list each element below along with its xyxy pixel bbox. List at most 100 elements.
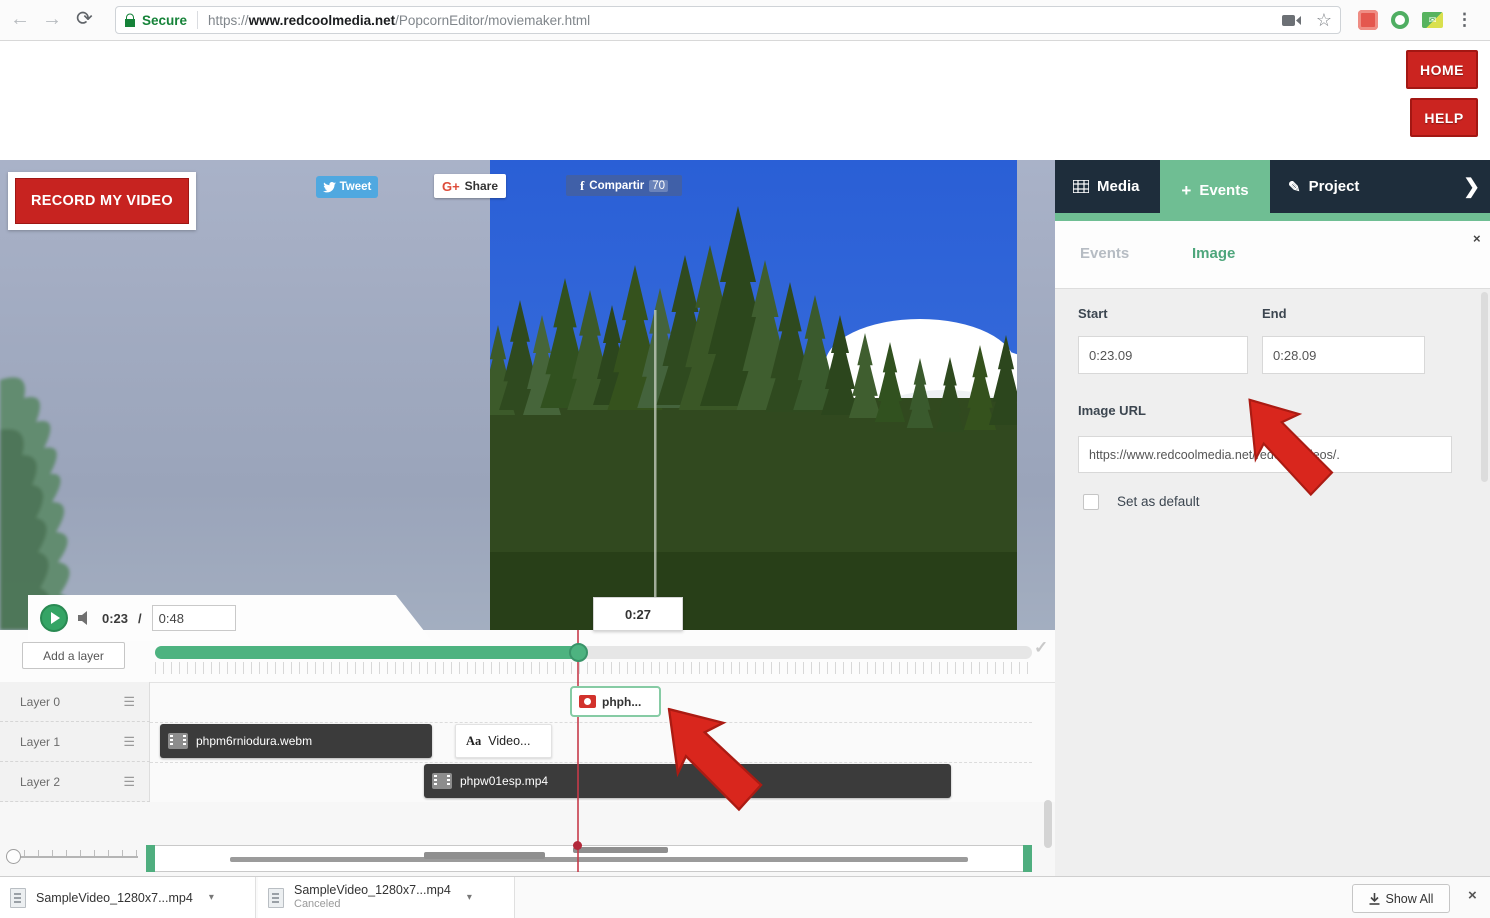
set-default-checkbox[interactable] bbox=[1083, 494, 1099, 510]
minimap-clip-bar bbox=[573, 847, 668, 853]
current-time: 0:23 bbox=[102, 611, 128, 626]
pencil-icon: ✎ bbox=[1288, 178, 1301, 196]
reload-icon[interactable]: ⟳ bbox=[76, 8, 93, 30]
image-url-label: Image URL bbox=[1078, 403, 1146, 418]
volume-icon[interactable] bbox=[78, 611, 92, 625]
layer1-drag-icon[interactable]: ☰ bbox=[123, 739, 136, 744]
zoom-slider-track[interactable] bbox=[10, 856, 138, 858]
plus-icon: + bbox=[1181, 181, 1191, 201]
minimap-clip-bar bbox=[230, 857, 968, 862]
layer-labels-column: Layer 0 ☰ Layer 1 ☰ Layer 2 ☰ bbox=[0, 682, 150, 802]
forest-image bbox=[490, 160, 1017, 630]
url-scheme: https:// bbox=[208, 13, 249, 28]
time-separator: / bbox=[138, 611, 142, 626]
omnibox-divider bbox=[197, 11, 198, 29]
video-preview[interactable]: RECORD MY VIDEO Tweet G+ Share f Compart… bbox=[0, 160, 1055, 630]
panel-scrollbar[interactable] bbox=[1481, 292, 1488, 482]
tab-media-label: Media bbox=[1097, 178, 1140, 195]
clip-text[interactable]: Aa Video... bbox=[455, 724, 552, 758]
tab-events-active[interactable]: + Events bbox=[1160, 160, 1270, 221]
minimap-right-handle[interactable] bbox=[1023, 845, 1032, 872]
tab-project[interactable]: ✎ Project bbox=[1270, 160, 1377, 213]
close-icon[interactable]: × bbox=[1473, 231, 1481, 246]
zoom-slider-handle[interactable] bbox=[6, 849, 21, 864]
record-video-label: RECORD MY VIDEO bbox=[15, 178, 189, 224]
mail-extension-icon[interactable]: ✉ bbox=[1422, 12, 1443, 28]
facebook-share-button[interactable]: f Compartir 70 bbox=[566, 175, 682, 196]
bookmark-star-icon[interactable]: ☆ bbox=[1316, 10, 1332, 31]
tab-media[interactable]: Media bbox=[1055, 160, 1158, 213]
subtab-events[interactable]: Events bbox=[1080, 245, 1129, 262]
playhead-marker[interactable] bbox=[573, 841, 582, 850]
facebook-share-label: Compartir bbox=[589, 180, 644, 192]
help-button[interactable]: HELP bbox=[1410, 98, 1478, 137]
home-button[interactable]: HOME bbox=[1406, 50, 1478, 89]
subtab-image-active[interactable]: Image bbox=[1192, 245, 1235, 262]
layer2-drag-icon[interactable]: ☰ bbox=[123, 779, 136, 784]
popcorn-editor-app: ← → ⟳ Secure https://www.redcoolmedia.ne… bbox=[0, 0, 1490, 918]
layer1-label: Layer 1 bbox=[20, 735, 60, 749]
back-icon[interactable]: ← bbox=[10, 8, 30, 30]
transport-bar: 0:23 / bbox=[28, 595, 432, 641]
cast-video-icon[interactable] bbox=[1282, 14, 1302, 27]
url-domain: www.redcoolmedia.net bbox=[249, 13, 396, 28]
download-item-1[interactable]: SampleVideo_1280x7...mp4 ▾ bbox=[0, 877, 256, 918]
minimap-clip-bar bbox=[424, 852, 545, 859]
gplus-share-button[interactable]: G+ Share bbox=[434, 174, 506, 198]
file-icon bbox=[268, 888, 284, 908]
layer1-header[interactable]: Layer 1 ☰ bbox=[0, 722, 150, 762]
start-label: Start bbox=[1078, 306, 1108, 321]
set-default-label: Set as default bbox=[1117, 494, 1200, 509]
download-icon bbox=[1369, 893, 1380, 905]
downloads-bar: SampleVideo_1280x7...mp4 ▾ SampleVideo_1… bbox=[0, 876, 1490, 918]
extension-icons: ✉ ⋮ bbox=[1358, 10, 1473, 30]
layer0-drag-icon[interactable]: ☰ bbox=[123, 699, 136, 704]
facebook-icon: f bbox=[580, 178, 584, 194]
forward-icon[interactable]: → bbox=[42, 8, 62, 30]
clip-video1[interactable]: phpm6rniodura.webm bbox=[160, 724, 432, 758]
timeline-scrollbar[interactable] bbox=[1044, 800, 1052, 848]
end-input[interactable] bbox=[1262, 336, 1425, 374]
camera-icon bbox=[579, 695, 596, 708]
red-extension-icon[interactable] bbox=[1358, 10, 1378, 30]
browser-menu-icon[interactable]: ⋮ bbox=[1456, 10, 1473, 30]
caret-down-icon[interactable]: ▾ bbox=[209, 892, 214, 903]
panel-expand-icon[interactable]: ❯ bbox=[1463, 174, 1480, 199]
download-filename: SampleVideo_1280x7...mp4 bbox=[36, 891, 193, 905]
layer0-label: Layer 0 bbox=[20, 695, 60, 709]
text-icon: Aa bbox=[466, 734, 481, 749]
green-extension-icon[interactable] bbox=[1391, 11, 1409, 29]
gplus-share-label: Share bbox=[465, 179, 498, 193]
caret-down-icon[interactable]: ▾ bbox=[467, 892, 472, 903]
media-film-icon bbox=[1073, 180, 1089, 193]
minimap-left-handle[interactable] bbox=[146, 845, 155, 872]
layer0-header[interactable]: Layer 0 ☰ bbox=[0, 682, 150, 722]
address-bar[interactable]: Secure https://www.redcoolmedia.net/Popc… bbox=[115, 6, 1341, 34]
tweet-label: Tweet bbox=[340, 181, 372, 193]
timeline-ticks bbox=[155, 662, 1032, 674]
layer2-header[interactable]: Layer 2 ☰ bbox=[0, 762, 150, 802]
playhead-line[interactable] bbox=[577, 630, 579, 872]
play-button[interactable] bbox=[40, 604, 68, 632]
clip-video1-label: phpm6rniodura.webm bbox=[196, 734, 312, 748]
scrubber-handle[interactable] bbox=[569, 643, 588, 662]
add-layer-button[interactable]: Add a layer bbox=[22, 642, 125, 669]
tweet-button[interactable]: Tweet bbox=[316, 176, 378, 198]
download-filename: SampleVideo_1280x7...mp4 bbox=[294, 883, 451, 899]
twitter-bird-icon bbox=[323, 182, 336, 193]
start-input[interactable] bbox=[1078, 336, 1248, 374]
clip-image-selected[interactable]: phph... bbox=[570, 686, 661, 717]
show-all-label: Show All bbox=[1386, 892, 1434, 906]
close-downloads-icon[interactable]: × bbox=[1468, 887, 1477, 904]
download-item-2[interactable]: SampleVideo_1280x7...mp4 Canceled ▾ bbox=[258, 877, 515, 918]
panel-subtabs: Events Image × bbox=[1055, 221, 1490, 289]
duration-input[interactable] bbox=[152, 605, 236, 631]
clip-image-label: phph... bbox=[602, 695, 641, 709]
record-video-button[interactable]: RECORD MY VIDEO bbox=[8, 172, 196, 230]
check-icon: ✓ bbox=[1034, 638, 1048, 658]
show-all-downloads-button[interactable]: Show All bbox=[1352, 884, 1450, 913]
download-status: Canceled bbox=[294, 898, 451, 912]
tree-silhouette bbox=[0, 370, 85, 630]
file-icon bbox=[10, 888, 26, 908]
facebook-share-count: 70 bbox=[649, 180, 668, 192]
